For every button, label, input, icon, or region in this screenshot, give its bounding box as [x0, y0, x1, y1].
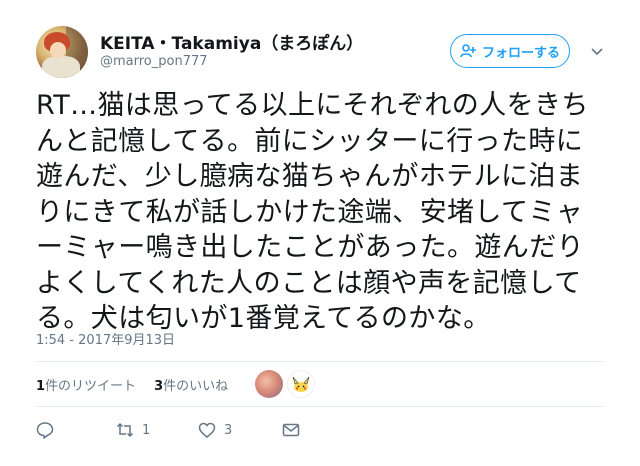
retweets-count: 1 [36, 378, 46, 394]
pikachu-icon [292, 376, 310, 392]
likers-avatars [255, 370, 315, 398]
liker-avatar[interactable] [255, 370, 283, 398]
tweet-stats: 1件のリツイート 3件のいいね [36, 369, 246, 399]
retweet-count: 1 [142, 422, 151, 438]
avatar[interactable] [36, 26, 88, 78]
author-handle[interactable]: @marro_pon777 [100, 54, 208, 69]
retweets-label: 件のリツイート [45, 378, 137, 394]
likes-label: 件のいいね [163, 378, 229, 394]
heart-icon [198, 422, 216, 438]
avatar-figure-face [50, 42, 66, 58]
retweets-stat[interactable]: 1件のリツイート [36, 375, 136, 394]
add-user-icon [460, 44, 476, 58]
divider [36, 361, 604, 362]
liker-avatar[interactable] [287, 370, 315, 398]
envelope-icon [282, 423, 300, 437]
like-button[interactable]: 3 [198, 421, 282, 439]
likes-stat[interactable]: 3件のいいね [154, 375, 228, 394]
follow-button[interactable]: フォローする [450, 34, 570, 68]
reply-button[interactable] [36, 421, 116, 439]
divider [36, 406, 604, 407]
author-name[interactable]: KEITA・Takamiya（まろぽん） [100, 29, 363, 54]
tweet-text: RT…猫は思ってる以上にそれぞれの人をきち んと記憶してる。前にシッターに行った… [36, 90, 589, 334]
follow-button-label: フォローする [481, 45, 560, 61]
direct-message-button[interactable] [282, 421, 300, 439]
tweet-timestamp[interactable]: 1:54 - 2017年9月13日 [36, 329, 175, 348]
likes-count: 3 [154, 378, 164, 394]
retweet-icon [116, 422, 134, 438]
reply-icon [36, 422, 54, 439]
avatar-figure-body [42, 56, 80, 78]
chevron-down-icon[interactable] [590, 44, 604, 58]
tweet-actions: 1 3 [36, 417, 300, 443]
like-count: 3 [224, 422, 233, 438]
retweet-button[interactable]: 1 [116, 421, 198, 439]
